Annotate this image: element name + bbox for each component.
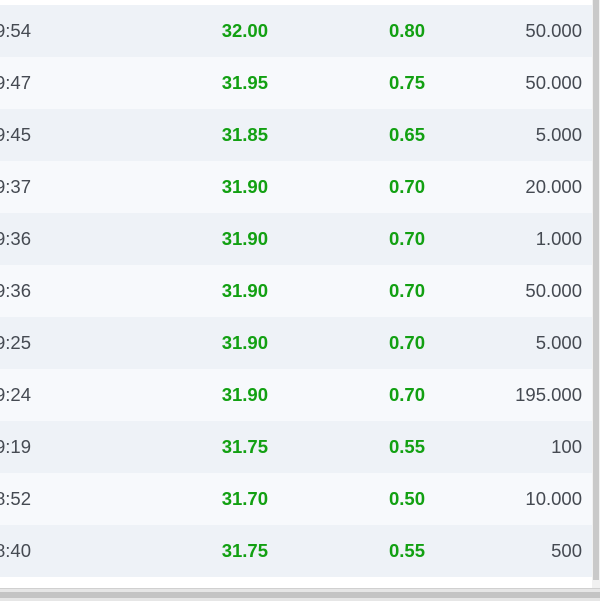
trade-change: 0.65	[388, 124, 425, 145]
horizontal-scrollbar[interactable]	[0, 588, 600, 601]
trade-change: 0.70	[388, 176, 425, 197]
trade-change: 0.55	[388, 436, 425, 457]
trade-volume: 1.000	[535, 228, 582, 249]
trade-time: 9:37	[0, 176, 32, 197]
table-row[interactable]: 9:45 31.85 0.65 5.000	[0, 109, 592, 161]
trade-volume: 195.000	[515, 384, 582, 405]
table-row[interactable]: 9:24 31.90 0.70 195.000	[0, 369, 592, 421]
trade-price: 31.90	[221, 332, 268, 353]
trade-time: 9:19	[0, 436, 32, 457]
table-row[interactable]: 8:40 31.75 0.55 500	[0, 525, 592, 577]
table-row[interactable]: 8:52 31.70 0.50 10.000	[0, 473, 592, 525]
trade-change: 0.70	[388, 384, 425, 405]
trade-time: 8:52	[0, 488, 32, 509]
trade-price: 31.70	[221, 488, 268, 509]
trade-change: 0.70	[388, 280, 425, 301]
table-row[interactable]: 9:36 31.90 0.70 1.000	[0, 213, 592, 265]
table-row[interactable]: 9:47 31.95 0.75 50.000	[0, 57, 592, 109]
trade-time: 8:40	[0, 540, 32, 561]
trade-price: 31.95	[221, 72, 268, 93]
trade-time: 9:47	[0, 72, 32, 93]
trade-volume: 100	[551, 436, 582, 457]
trade-price: 31.75	[221, 436, 268, 457]
trade-price: 32.00	[221, 20, 268, 41]
trade-change: 0.75	[388, 72, 425, 93]
trade-volume: 20.000	[525, 176, 582, 197]
table-row[interactable]: 9:19 31.75 0.55 100	[0, 421, 592, 473]
trade-price: 31.90	[221, 228, 268, 249]
trade-price: 31.90	[221, 176, 268, 197]
trade-change: 0.70	[388, 228, 425, 249]
table-row[interactable]: 9:37 31.90 0.70 20.000	[0, 161, 592, 213]
trade-change: 0.50	[388, 488, 425, 509]
trade-volume: 50.000	[525, 280, 582, 301]
trade-volume: 50.000	[525, 20, 582, 41]
vertical-scrollbar-thumb[interactable]	[593, 0, 599, 580]
trade-time: 9:24	[0, 384, 32, 405]
trade-volume: 50.000	[525, 72, 582, 93]
trade-time: 9:54	[0, 20, 32, 41]
table-row[interactable]: 9:54 32.00 0.80 50.000	[0, 5, 592, 57]
trade-time: 9:45	[0, 124, 32, 145]
trade-price: 31.90	[221, 384, 268, 405]
trade-time: 9:25	[0, 332, 32, 353]
trade-time: 9:36	[0, 228, 32, 249]
trade-price: 31.85	[221, 124, 268, 145]
table-row[interactable]: 9:25 31.90 0.70 5.000	[0, 317, 592, 369]
trade-time: 9:36	[0, 280, 32, 301]
vertical-scrollbar[interactable]	[592, 0, 600, 600]
trade-price: 31.75	[221, 540, 268, 561]
trade-volume: 10.000	[525, 488, 582, 509]
trade-price: 31.90	[221, 280, 268, 301]
trade-change: 0.80	[388, 20, 425, 41]
trade-volume: 5.000	[535, 124, 582, 145]
trades-table: 9:54 32.00 0.80 50.000 9:47 31.95 0.75 5…	[0, 5, 592, 577]
trade-volume: 5.000	[535, 332, 582, 353]
table-row[interactable]: 9:36 31.90 0.70 50.000	[0, 265, 592, 317]
horizontal-scrollbar-thumb[interactable]	[0, 592, 600, 598]
trade-volume: 500	[551, 540, 582, 561]
trade-change: 0.55	[388, 540, 425, 561]
trade-change: 0.70	[388, 332, 425, 353]
